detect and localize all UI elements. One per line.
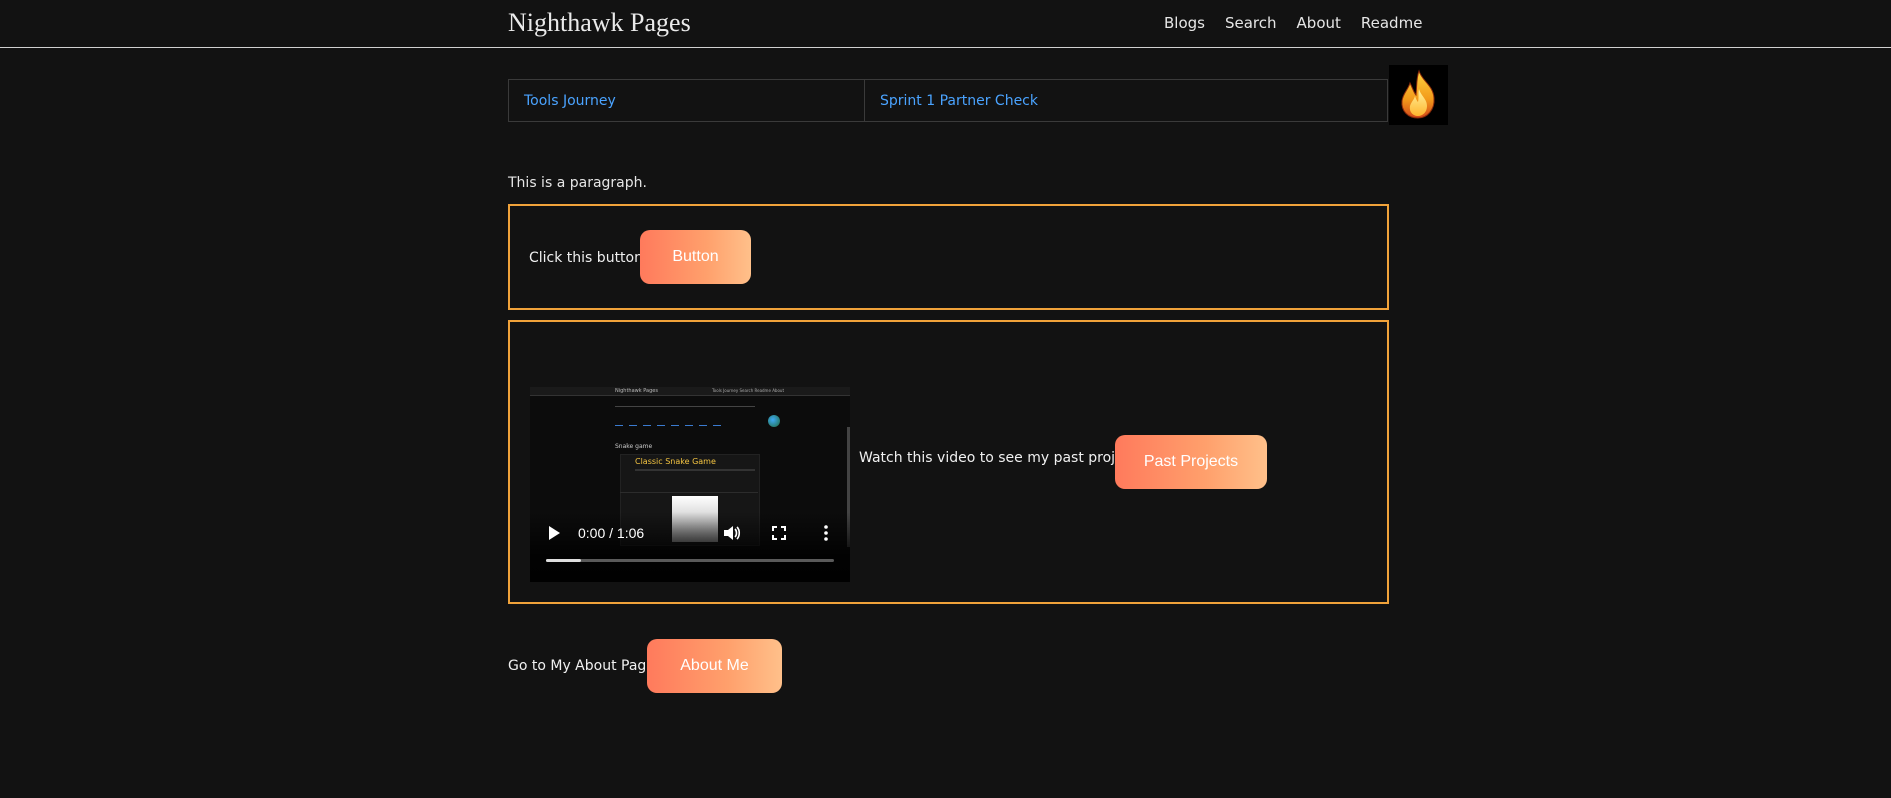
site-header: Nighthawk Pages Blogs Search About Readm… bbox=[0, 0, 1891, 48]
sprint-partner-check-link[interactable]: Sprint 1 Partner Check bbox=[880, 93, 1038, 109]
video-time: 0:00 / 1:06 bbox=[578, 525, 645, 541]
links-table-cell: Sprint 1 Partner Check bbox=[865, 80, 1387, 121]
video-progress-buffer bbox=[546, 559, 581, 562]
volume-icon[interactable] bbox=[723, 525, 741, 541]
video-thumb-nav: Tools Journey Search Readme About bbox=[712, 388, 785, 393]
more-options-icon[interactable] bbox=[824, 525, 828, 541]
play-icon[interactable] bbox=[549, 526, 560, 540]
past-projects-button[interactable]: Past Projects bbox=[1115, 435, 1267, 489]
tools-journey-link[interactable]: Tools Journey bbox=[524, 93, 616, 109]
nav-link-about[interactable]: About bbox=[1297, 14, 1341, 32]
links-table-cell: Tools Journey bbox=[509, 80, 865, 121]
video-thumb-card-title: Classic Snake Game bbox=[635, 457, 716, 466]
logo bbox=[1389, 65, 1448, 125]
video-thumb-title: Nighthawk Pages bbox=[615, 388, 658, 394]
about-me-button[interactable]: About Me bbox=[647, 639, 782, 693]
nav-bar: Blogs Search About Readme bbox=[1164, 14, 1422, 32]
button-prompt-label: Click this button! bbox=[529, 250, 649, 266]
video-thumb-line bbox=[615, 406, 755, 407]
fullscreen-icon[interactable] bbox=[772, 526, 786, 540]
past-projects-video[interactable]: Nighthawk Pages Tools Journey Search Rea… bbox=[530, 387, 850, 582]
about-prompt-label: Go to My About Page bbox=[508, 658, 655, 674]
video-prompt-label: Watch this video to see my past projects… bbox=[859, 450, 1150, 466]
video-thumb-header bbox=[530, 387, 850, 396]
site-title[interactable]: Nighthawk Pages bbox=[508, 8, 691, 38]
globe-icon bbox=[768, 415, 780, 427]
video-thumb-divider bbox=[635, 469, 755, 471]
nav-link-readme[interactable]: Readme bbox=[1361, 14, 1423, 32]
generic-button[interactable]: Button bbox=[640, 230, 751, 284]
nav-link-search[interactable]: Search bbox=[1225, 14, 1277, 32]
video-progress-bar[interactable] bbox=[546, 559, 834, 562]
video-controls-overlay bbox=[530, 512, 850, 582]
video-thumb-links bbox=[615, 417, 745, 426]
links-table: Tools Journey Sprint 1 Partner Check bbox=[508, 79, 1388, 122]
video-thumb-divider bbox=[620, 492, 758, 493]
nav-link-blogs[interactable]: Blogs bbox=[1164, 14, 1205, 32]
flame-icon bbox=[1401, 69, 1435, 119]
video-thumb-section-label: Snake game bbox=[615, 443, 653, 450]
intro-paragraph: This is a paragraph. bbox=[508, 175, 647, 191]
